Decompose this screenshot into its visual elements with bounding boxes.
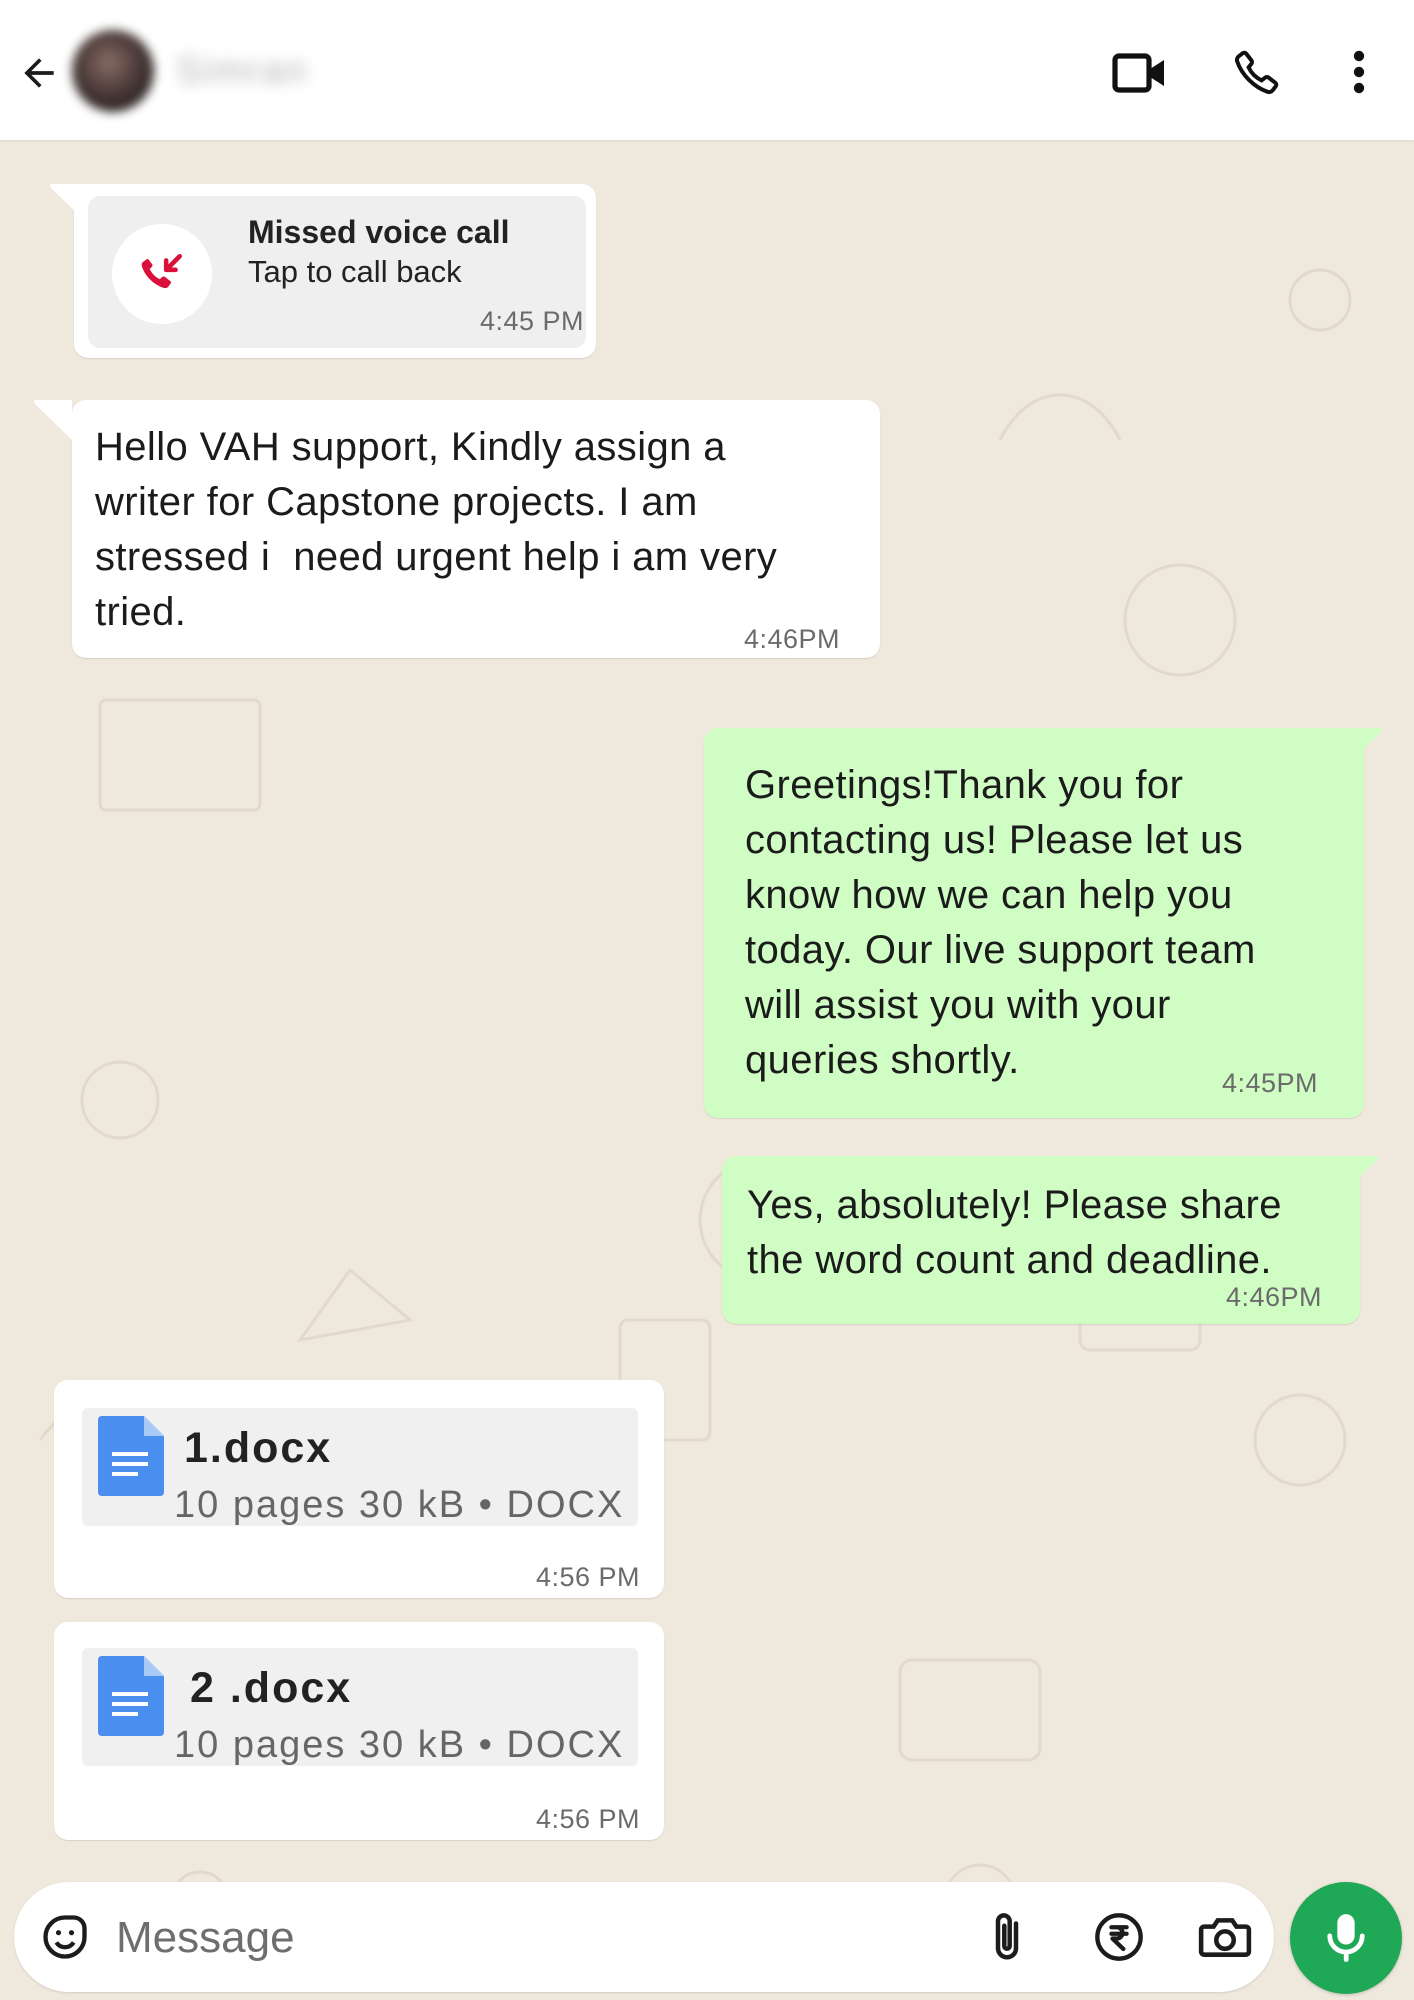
message-time: 4:45PM xyxy=(1222,1068,1319,1098)
document-name: 2 .docx xyxy=(190,1664,353,1712)
bubble-tail xyxy=(49,184,88,224)
document-name: 1.docx xyxy=(184,1424,333,1472)
bubble-tail xyxy=(33,400,72,440)
camera-icon[interactable] xyxy=(1194,1906,1256,1968)
chat-header: Simran xyxy=(0,0,1414,140)
missed-call-bubble[interactable]: Missed voice call Tap to call back 4:45 … xyxy=(49,184,596,358)
message-line: Greetings!Thank you for xyxy=(745,763,1184,807)
paperclip-icon[interactable] xyxy=(976,1906,1038,1968)
back-arrow-icon[interactable] xyxy=(12,46,66,100)
message-time: 4:56 PM xyxy=(536,1804,641,1834)
missed-call-subtitle[interactable]: Tap to call back xyxy=(248,254,462,290)
missed-call-card: Missed voice call Tap to call back 4:45 … xyxy=(88,196,586,348)
sticker-emoji-icon[interactable] xyxy=(34,1906,96,1968)
message-text: Yes, absolutely! Please share the word c… xyxy=(747,1178,1282,1288)
message-input[interactable] xyxy=(114,1904,938,1972)
message-time: 4:46PM xyxy=(1226,1282,1323,1312)
phone-icon[interactable] xyxy=(1230,45,1284,99)
rupee-icon[interactable] xyxy=(1088,1906,1150,1968)
message-line: will assist you with your xyxy=(745,983,1171,1027)
message-time: 4:56 PM xyxy=(536,1562,641,1592)
contact-avatar[interactable] xyxy=(72,30,154,112)
document-icon xyxy=(98,1656,164,1736)
document-card[interactable]: 1.docx 10 pages 30 kB • DOCX xyxy=(82,1408,638,1526)
message-line: Yes, absolutely! Please share xyxy=(747,1183,1282,1227)
message-line: the word count and deadline. xyxy=(747,1238,1272,1282)
message-line: today. Our live support team xyxy=(745,928,1256,972)
message-line: stressed i need urgent help i am very xyxy=(95,535,778,579)
contact-name[interactable]: Simran xyxy=(176,50,308,93)
document-card[interactable]: 2 .docx 10 pages 30 kB • DOCX xyxy=(82,1648,638,1766)
message-composer xyxy=(14,1882,1274,1992)
message-line: tried. xyxy=(95,590,187,634)
message-line: queries shortly. xyxy=(745,1038,1020,1082)
document-message-bubble[interactable]: 2 .docx 10 pages 30 kB • DOCX 4:56 PM xyxy=(54,1622,664,1840)
message-line: know how we can help you xyxy=(745,873,1233,917)
message-text: Greetings!Thank you for contacting us! P… xyxy=(745,758,1256,1088)
message-line: writer for Capstone projects. I am xyxy=(95,480,698,524)
microphone-icon[interactable] xyxy=(1290,1882,1402,1994)
message-line: Hello VAH support, Kindly assign a xyxy=(95,425,726,469)
document-icon xyxy=(98,1416,164,1496)
bubble-tail xyxy=(1344,728,1383,768)
message-time: 4:45 PM xyxy=(480,306,585,336)
missed-call-title: Missed voice call xyxy=(248,214,510,250)
outgoing-message-bubble[interactable]: Yes, absolutely! Please share the word c… xyxy=(722,1156,1379,1324)
more-vertical-icon[interactable] xyxy=(1336,45,1382,99)
message-time: 4:46PM xyxy=(744,624,841,654)
outgoing-message-bubble[interactable]: Greetings!Thank you for contacting us! P… xyxy=(704,728,1383,1118)
message-line: contacting us! Please let us xyxy=(745,818,1244,862)
incoming-message-bubble[interactable]: Hello VAH support, Kindly assign a write… xyxy=(33,400,880,658)
video-camera-icon[interactable] xyxy=(1110,48,1170,98)
message-text: Hello VAH support, Kindly assign a write… xyxy=(95,420,777,640)
document-message-bubble[interactable]: 1.docx 10 pages 30 kB • DOCX 4:56 PM xyxy=(54,1380,664,1598)
document-meta: 10 pages 30 kB • DOCX xyxy=(174,1724,625,1766)
document-meta: 10 pages 30 kB • DOCX xyxy=(174,1484,625,1526)
missed-call-icon xyxy=(112,224,212,324)
bubble-tail xyxy=(1340,1156,1379,1196)
